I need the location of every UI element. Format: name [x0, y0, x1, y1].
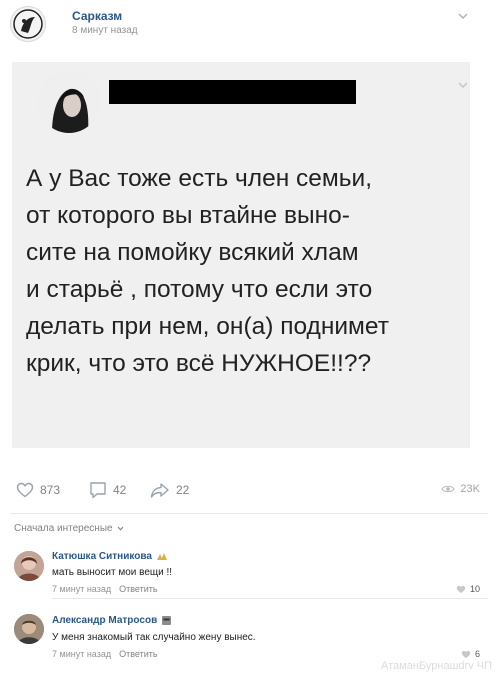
comments-sort-label: Сначала интересные — [14, 523, 113, 534]
comment-time[interactable]: 7 минут назад — [52, 584, 111, 594]
comment-like-button[interactable]: 6 — [461, 649, 480, 659]
comment-author-avatar[interactable] — [14, 551, 44, 581]
quote-line: сите на помойку всякий хлам — [26, 239, 359, 266]
post-time[interactable]: 8 минут назад — [72, 25, 138, 36]
post-menu-chevron-icon[interactable] — [458, 13, 468, 19]
comment-author-avatar[interactable] — [14, 614, 44, 644]
comment-time[interactable]: 7 минут назад — [52, 649, 111, 659]
quote-line: делать при нем, он(а) поднимет — [26, 313, 389, 340]
comment-author-label: Катюшка Ситникова — [52, 551, 152, 562]
like-button[interactable]: 873 — [16, 480, 60, 500]
comment-icon — [90, 482, 106, 499]
share-count: 22 — [176, 483, 190, 497]
quote-text: А у Вас тоже есть член семьи, от которог… — [26, 160, 462, 382]
reply-button[interactable]: Ответить — [119, 584, 157, 594]
comment-text: мать выносит мои вещи !! — [52, 567, 173, 578]
redacted-name-bar — [109, 80, 356, 104]
comment-author-name[interactable]: Катюшка Ситникова — [52, 551, 168, 562]
group-logo-icon — [13, 9, 43, 39]
watermark: АтаманБурнашdrv ЧП — [381, 660, 492, 672]
chevron-down-icon — [117, 526, 123, 531]
comment-like-count: 6 — [474, 649, 480, 659]
heart-icon — [461, 650, 471, 658]
comment-button[interactable]: 42 — [89, 480, 126, 500]
group-avatar[interactable] — [10, 6, 46, 42]
comment-divider — [52, 598, 488, 599]
comment-text: У меня знакомый так случайно жену вынес. — [52, 632, 256, 643]
quote-line: крик, что это всё НУЖНОЕ!!?? — [26, 350, 372, 377]
eye-icon — [441, 485, 456, 493]
card-chevron-icon — [458, 82, 468, 88]
group-name[interactable]: Сарказм — [72, 9, 122, 23]
reply-button[interactable]: Ответить — [119, 649, 157, 659]
comment-meta: 7 минут назад Ответить — [52, 649, 158, 659]
comment-like-count: 10 — [469, 584, 480, 594]
views-counter: 23K — [441, 483, 480, 495]
views-count: 23K — [460, 483, 480, 495]
comment-count: 42 — [113, 483, 127, 497]
post-image-card: А у Вас тоже есть член семьи, от которог… — [12, 62, 470, 448]
avatar-photo-icon — [14, 614, 44, 644]
face-emoji-icon — [162, 616, 172, 625]
sticker-emoji-icon — [156, 552, 167, 560]
comment-meta: 7 минут назад Ответить — [52, 584, 158, 594]
person-silhouette-icon — [38, 71, 100, 133]
quote-line: А у Вас тоже есть член семьи, — [26, 165, 373, 192]
avatar-photo-icon — [14, 551, 44, 581]
comment-author-name[interactable]: Александр Матросов — [52, 615, 172, 626]
quoted-author-avatar — [38, 71, 100, 133]
share-button[interactable]: 22 — [150, 480, 189, 500]
heart-icon — [456, 585, 466, 593]
post-divider — [10, 513, 488, 514]
share-arrow-icon — [150, 483, 169, 498]
comment-author-label: Александр Матросов — [52, 615, 158, 626]
heart-icon — [16, 482, 34, 498]
quote-line: от которого вы втайне выно- — [26, 202, 350, 229]
comments-sort-dropdown[interactable]: Сначала интересные — [14, 523, 124, 534]
comment-like-button[interactable]: 10 — [456, 584, 480, 594]
like-count: 873 — [40, 483, 61, 497]
quote-line: и старьё , потому что если это — [26, 276, 373, 303]
